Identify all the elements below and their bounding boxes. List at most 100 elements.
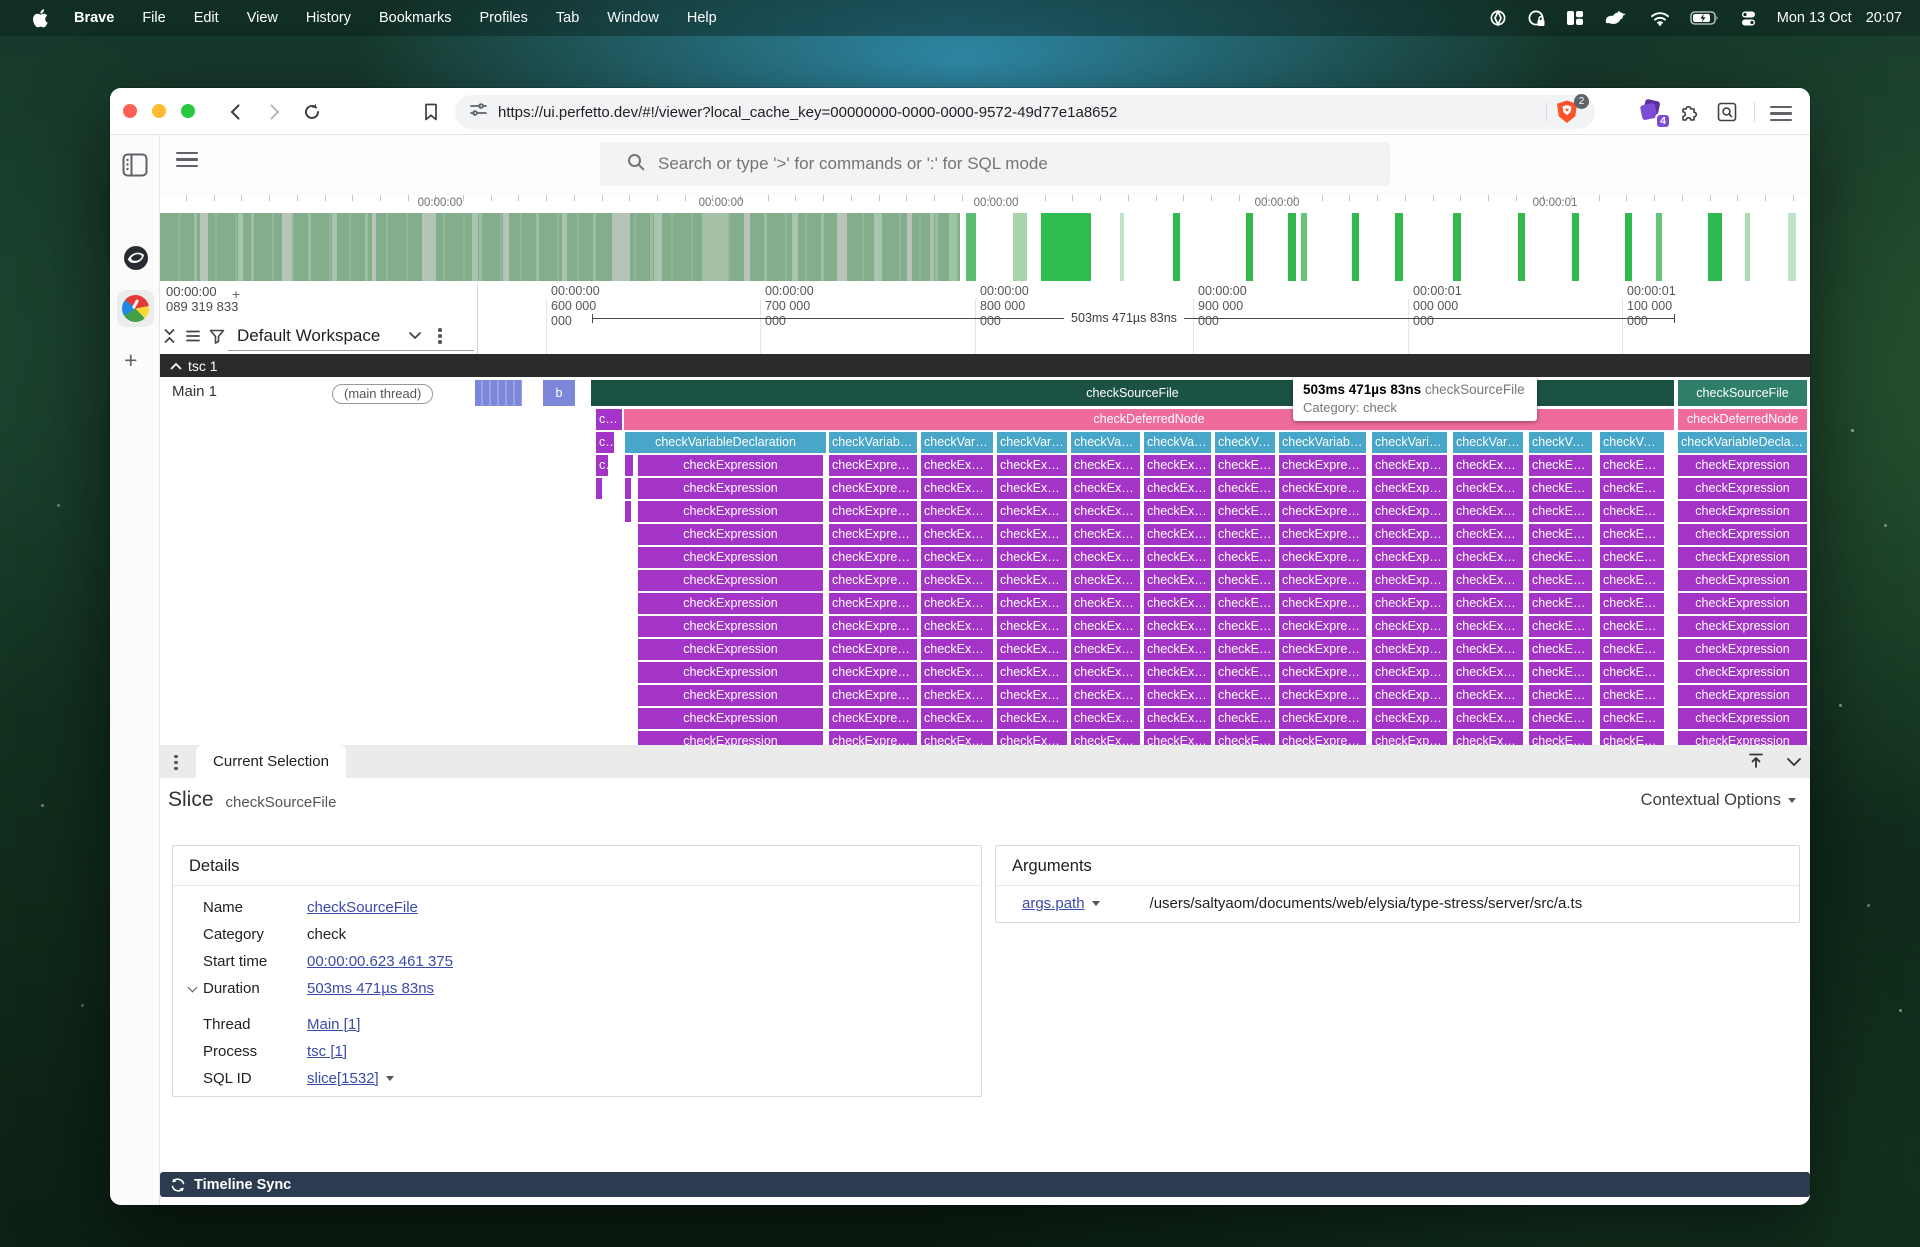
flame-slice[interactable]: checkExpression	[638, 685, 823, 706]
flame-slice[interactable]: checkExpression	[1529, 662, 1592, 683]
collapse-panel-icon[interactable]	[1786, 754, 1802, 772]
flame-slice[interactable]: checkExpression	[829, 731, 917, 745]
apple-menu-icon[interactable]	[18, 9, 60, 28]
flame-slice[interactable]: checkExpression	[921, 570, 993, 591]
flame-slice[interactable]: checkExpression	[1144, 478, 1211, 499]
menu-brave[interactable]: Brave	[60, 10, 128, 26]
flame-slice[interactable]: checkExpression	[1144, 662, 1211, 683]
flame-slice[interactable]: checkExpression	[1600, 455, 1664, 476]
flame-slice[interactable]: checkExpression	[1279, 685, 1366, 706]
flame-slice[interactable]: checkExpression	[1071, 547, 1140, 568]
extensions-icon[interactable]	[1678, 101, 1700, 128]
flame-slice[interactable]: checkExpression	[1529, 708, 1592, 729]
flame-slice[interactable]: checkExpression	[1678, 616, 1807, 637]
flame-slice[interactable]: checkExpression	[1529, 685, 1592, 706]
flame-slice[interactable]: checkVariableDeclaration	[1529, 432, 1592, 453]
flame-slice[interactable]: checkExpression	[1372, 616, 1447, 637]
menu-bookmarks[interactable]: Bookmarks	[365, 10, 466, 26]
flame-slice[interactable]: checkExpression	[1678, 731, 1807, 745]
flame-slice[interactable]: checkExpression	[1144, 501, 1211, 522]
minimize-window-button[interactable]	[152, 104, 166, 118]
flame-slice[interactable]: checkExpression	[1600, 524, 1664, 545]
flame-slice[interactable]: checkExpression	[1144, 616, 1211, 637]
flame-slice[interactable]: checkExpression	[1529, 501, 1592, 522]
flame-slice[interactable]: checkExpression	[1071, 731, 1140, 745]
flame-slice[interactable]: checkExpression	[1600, 639, 1664, 660]
flame-slice[interactable]: checkExpression	[829, 478, 917, 499]
flame-slice[interactable]: checkExpression	[638, 501, 823, 522]
flame-slice[interactable]: checkExpression	[829, 616, 917, 637]
flame-slice[interactable]: checkExpression	[1600, 731, 1664, 745]
flame-slice[interactable]: checkExpression	[829, 708, 917, 729]
flame-slice[interactable]: checkExpression	[638, 708, 823, 729]
flame-slice[interactable]: b	[543, 380, 575, 406]
flame-slice[interactable]: checkExpression	[1071, 685, 1140, 706]
flame-slice[interactable]: checkExpression	[1215, 616, 1275, 637]
cat-icon[interactable]	[1604, 9, 1630, 27]
flame-slice[interactable]: checkExpression	[1678, 570, 1807, 591]
flame-slice[interactable]: checkExpression	[1144, 708, 1211, 729]
openai-icon[interactable]	[1489, 9, 1507, 27]
flame-slice[interactable]: checkExpression	[997, 685, 1067, 706]
flame-slice[interactable]: checkExpression	[1071, 501, 1140, 522]
sidebar-add-icon[interactable]: +	[124, 347, 137, 374]
flame-slice[interactable]: checkExpression	[1372, 455, 1447, 476]
flame-slice[interactable]: checkExpression	[1071, 524, 1140, 545]
sidebar-tab-perfetto-icon[interactable]	[122, 295, 149, 327]
menu-help[interactable]: Help	[673, 10, 731, 26]
flame-slice[interactable]: checkVariableDeclaration	[829, 432, 917, 453]
flame-slice[interactable]: checkExpression	[921, 616, 993, 637]
flame-slice[interactable]: checkExpression	[1453, 616, 1523, 637]
flame-slice[interactable]: checkExpression	[829, 455, 917, 476]
flame-slice[interactable]: checkExpression	[1453, 731, 1523, 745]
flame-slice[interactable]: checkExpression	[1279, 455, 1366, 476]
flame-slice[interactable]: checkExpression	[921, 685, 993, 706]
flame-slice[interactable]: checkExpression	[1144, 731, 1211, 745]
flame-slice[interactable]: c	[596, 455, 608, 476]
flame-slice[interactable]: checkExpression	[1071, 478, 1140, 499]
flame-slice[interactable]: checkExpression	[1372, 570, 1447, 591]
timeline-sync-bar[interactable]: Timeline Sync	[160, 1172, 1810, 1197]
zoom-window-button[interactable]	[181, 104, 195, 118]
flame-slice[interactable]: checkExpression	[997, 524, 1067, 545]
flame-slice[interactable]: checkExpression	[1071, 593, 1140, 614]
flame-slice[interactable]: checkExpression	[1372, 639, 1447, 660]
flame-slice[interactable]: checkExpression	[638, 455, 823, 476]
omnibox[interactable]: Search or type '>' for commands or ':' f…	[600, 142, 1390, 186]
flame-slice[interactable]: checkExpression	[638, 478, 823, 499]
sidebar-search-icon[interactable]	[1716, 101, 1738, 128]
flame-slice[interactable]: checkExpression	[1372, 478, 1447, 499]
flame-slice[interactable]: checkExpression	[997, 708, 1067, 729]
flame-slice[interactable]: checkExpression	[1678, 685, 1807, 706]
flame-slice[interactable]	[475, 380, 522, 406]
flame-slice[interactable]: checkVariableDeclaration	[1144, 432, 1211, 453]
flame-slice[interactable]: checkExpression	[1215, 524, 1275, 545]
flame-slice[interactable]: checkExpression	[1529, 639, 1592, 660]
flame-slice[interactable]: checkExpression	[1372, 685, 1447, 706]
flame-slice[interactable]: checkExpression	[1215, 478, 1275, 499]
flame-slice[interactable]: checkExpression	[1279, 524, 1366, 545]
flame-slice[interactable]: checkExpression	[1453, 455, 1523, 476]
flame-slice[interactable]: checkExpression	[1215, 501, 1275, 522]
flame-slice[interactable]: checkExpression	[1678, 662, 1807, 683]
flame-slice[interactable]: checkExpression	[1529, 593, 1592, 614]
flame-slice[interactable]: checkExpression	[997, 478, 1067, 499]
argument-key[interactable]: args.path	[1022, 895, 1085, 912]
workspace-selector[interactable]: Default Workspace	[237, 326, 380, 346]
detail-value[interactable]: checkSourceFile	[307, 899, 418, 916]
workspace-chevron-icon[interactable]	[408, 327, 422, 345]
flame-slice[interactable]: checkExpression	[1600, 616, 1664, 637]
brave-rewards-icon[interactable]: 4	[1637, 98, 1665, 129]
flame-slice[interactable]: checkExpression	[1453, 524, 1523, 545]
flame-slice[interactable]: checkExpression	[1279, 478, 1366, 499]
flame-slice[interactable]: checkExpression	[1678, 593, 1807, 614]
flame-slice[interactable]: checkVariableDeclaration	[1215, 432, 1275, 453]
flame-slice[interactable]: checkVariableDeclaration	[921, 432, 993, 453]
timestamp-plus-icon[interactable]: +	[232, 286, 240, 302]
flame-slice[interactable]: checkVariableDeclaration	[625, 432, 826, 453]
flame-slice[interactable]: checkExpression	[829, 593, 917, 614]
forward-button[interactable]	[263, 101, 285, 128]
flame-slice[interactable]: checkExpression	[1529, 524, 1592, 545]
flame-slice[interactable]: checkVariableDeclaration	[1071, 432, 1140, 453]
flame-slice[interactable]: checkExpression	[829, 570, 917, 591]
